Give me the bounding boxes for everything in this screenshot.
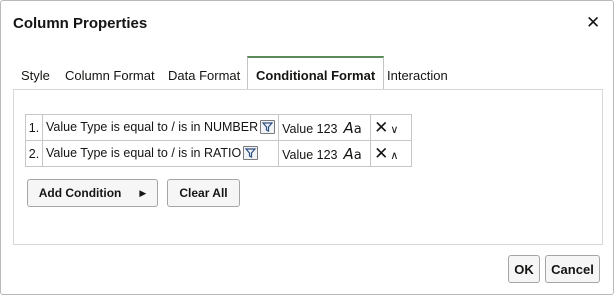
row-actions: ✕ ∧ <box>370 140 413 167</box>
delete-icon[interactable]: ✕ <box>374 144 388 163</box>
ok-button[interactable]: OK <box>508 255 540 283</box>
tab-conditional-format[interactable]: Conditional Format <box>247 56 385 89</box>
tab-column-format[interactable]: Column Format <box>65 56 155 89</box>
chevron-up-icon[interactable]: ∧ <box>390 149 398 162</box>
close-icon[interactable]: ✕ <box>586 14 600 31</box>
sample-value: Value 123 <box>282 147 338 162</box>
filter-icon[interactable] <box>260 119 276 134</box>
condition-cell[interactable]: Value Type is equal to / is in RATIO <box>41 140 280 167</box>
condition-row: 2. Value Type is equal to / is in RATIO … <box>25 140 413 167</box>
condition-text[interactable]: Value Type is equal to / is in NUMBER <box>46 120 258 134</box>
format-text-icon[interactable]: Aa <box>344 145 362 163</box>
cancel-button[interactable]: Cancel <box>545 255 600 283</box>
condition-text[interactable]: Value Type is equal to / is in RATIO <box>46 146 241 160</box>
condition-cell[interactable]: Value Type is equal to / is in NUMBER <box>41 114 280 141</box>
format-text-icon[interactable]: Aa <box>344 119 362 137</box>
tab-data-format[interactable]: Data Format <box>168 56 240 89</box>
row-actions: ✕ ∨ <box>370 114 413 141</box>
tab-style[interactable]: Style <box>21 56 50 89</box>
filter-icon[interactable] <box>243 145 259 160</box>
format-cell[interactable]: Value 123 Aa <box>278 140 372 167</box>
conditions-table: 1. Value Type is equal to / is in NUMBER… <box>25 114 413 167</box>
conditional-format-panel: 1. Value Type is equal to / is in NUMBER… <box>13 89 603 245</box>
sample-value: Value 123 <box>282 121 338 136</box>
tab-interaction[interactable]: Interaction <box>387 56 448 89</box>
delete-icon[interactable]: ✕ <box>374 118 388 137</box>
dialog-title: Column Properties <box>13 15 148 32</box>
condition-number: 2. <box>25 140 43 167</box>
condition-row: 1. Value Type is equal to / is in NUMBER… <box>25 114 413 141</box>
clear-all-button[interactable]: Clear All <box>167 179 240 207</box>
format-cell[interactable]: Value 123 Aa <box>278 114 372 141</box>
column-properties-dialog: Column Properties ✕ Style Column Format … <box>0 0 614 295</box>
tab-bar: Style Column Format Data Format Conditio… <box>14 56 604 89</box>
condition-number: 1. <box>25 114 43 141</box>
caret-right-icon: ▶ <box>139 187 147 198</box>
add-condition-label: Add Condition <box>38 186 122 200</box>
chevron-down-icon[interactable]: ∨ <box>390 123 398 136</box>
add-condition-button[interactable]: Add Condition ▶ <box>27 179 158 207</box>
